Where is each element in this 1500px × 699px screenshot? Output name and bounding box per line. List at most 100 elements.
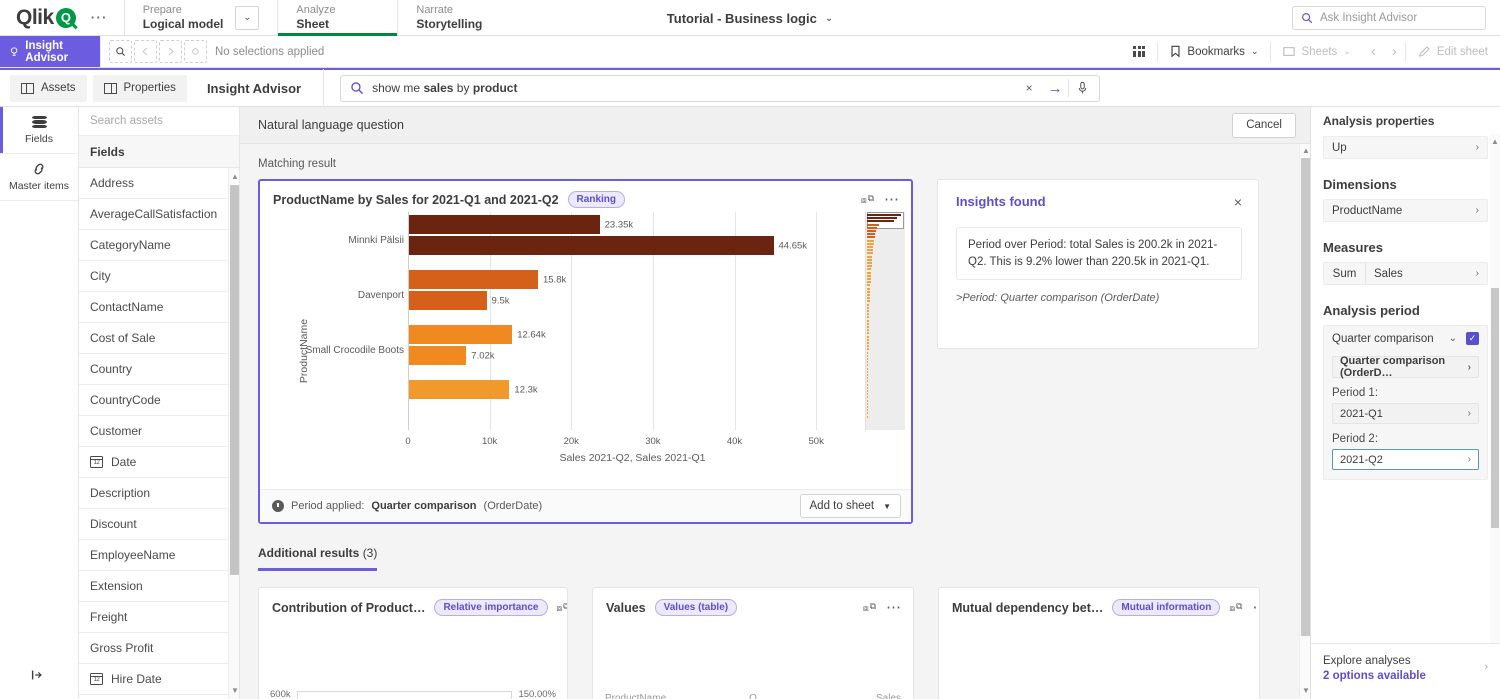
sort-direction-field[interactable]: Up ›: [1323, 136, 1488, 159]
bars-area[interactable]: 23.35k 44.65k 15.8k 9.5k 12.64k 7.02k 12.3k: [408, 212, 857, 430]
asset-field-item[interactable]: 12Hire Date: [79, 664, 239, 695]
analysis-period-type-row[interactable]: Quarter comparison ⌄ ✓: [1324, 326, 1487, 351]
bar[interactable]: 7.02k: [409, 346, 466, 365]
explore-analyses-button[interactable]: Explore analyses 2 options available ›: [1311, 643, 1500, 699]
asset-field-item[interactable]: Extension: [79, 571, 239, 602]
content-scrollbar[interactable]: ▲ ▼: [1299, 144, 1310, 699]
chevron-down-icon[interactable]: ⌄: [1449, 333, 1457, 344]
scroll-up-icon[interactable]: ▲: [231, 172, 239, 181]
step-back-icon[interactable]: [134, 40, 157, 63]
chart-minimap-scrollbar[interactable]: [865, 212, 905, 430]
asset-field-item[interactable]: Cost of Sale: [79, 323, 239, 354]
expand-icon[interactable]: ⧉⧈: [557, 601, 569, 614]
asset-field-item[interactable]: Description: [79, 478, 239, 509]
close-icon[interactable]: ×: [1234, 195, 1242, 209]
bookmarks-button[interactable]: Bookmarks ⌄: [1158, 36, 1270, 67]
tab-additional-results[interactable]: Additional results (3): [258, 546, 377, 571]
edit-sheet-button[interactable]: Edit sheet: [1406, 36, 1500, 67]
period-1-text: 2021-Q1: [1340, 408, 1383, 420]
rail-item-fields[interactable]: Fields: [0, 107, 78, 154]
asset-field-item[interactable]: EmployeeName: [79, 540, 239, 571]
bar[interactable]: 12.3k: [409, 380, 509, 399]
ask-insight-advisor-input[interactable]: Ask Insight Advisor: [1292, 6, 1486, 30]
scroll-up-icon[interactable]: ▲: [1491, 137, 1499, 146]
hub-item-analyze-section: Analyze: [296, 4, 379, 16]
more-menu-icon[interactable]: ⋯: [84, 9, 114, 26]
properties-scrollbar[interactable]: ▲: [1490, 134, 1500, 643]
search-input-value[interactable]: show me sales by product: [372, 81, 1016, 95]
asset-field-item[interactable]: Discount: [79, 509, 239, 540]
asset-field-item[interactable]: Address: [79, 168, 239, 199]
measure-field[interactable]: Sum Sales ›: [1323, 262, 1488, 285]
next-sheet-button[interactable]: ›: [1384, 36, 1405, 67]
add-to-sheet-button[interactable]: Add to sheet ▼: [800, 494, 902, 518]
scroll-down-icon[interactable]: ▼: [231, 686, 239, 695]
rail-item-master-items[interactable]: Master items: [0, 154, 78, 201]
microphone-icon[interactable]: [1069, 76, 1095, 101]
natural-language-search-box[interactable]: show me sales by product × →: [340, 75, 1100, 102]
asset-field-item[interactable]: City: [79, 261, 239, 292]
scroll-down-icon[interactable]: ▼: [1302, 686, 1310, 695]
expand-icon[interactable]: ⧉⧈: [1229, 601, 1242, 614]
asset-field-item[interactable]: 12Date: [79, 447, 239, 478]
pencil-icon: [1418, 45, 1431, 58]
assets-field-list[interactable]: AddressAverageCallSatisfactionCategoryNa…: [79, 168, 239, 699]
hub-item-analyze[interactable]: Analyze Sheet: [277, 0, 397, 35]
scrollbar-thumb[interactable]: [1301, 158, 1310, 636]
chart-card[interactable]: ProductName by Sales for 2021-Q1 and 202…: [258, 179, 913, 524]
period-1-label: Period 1:: [1332, 387, 1479, 399]
additional-card-mutual-dependency[interactable]: Mutual dependency bet… Mutual informatio…: [938, 587, 1260, 699]
period-1-value[interactable]: 2021-Q1 ›: [1332, 403, 1479, 424]
qlik-logo[interactable]: Qlik Q: [16, 6, 76, 30]
asset-field-item[interactable]: Country: [79, 354, 239, 385]
asset-field-item[interactable]: ContactName: [79, 292, 239, 323]
asset-field-item[interactable]: AverageCallSatisfaction: [79, 199, 239, 230]
more-options-icon[interactable]: ⋯: [1252, 600, 1260, 615]
table-column-search-icon[interactable]: Q: [749, 693, 757, 699]
asset-field-item[interactable]: CountryCode: [79, 385, 239, 416]
step-forward-icon[interactable]: [159, 40, 182, 63]
scrollbar-thumb[interactable]: [230, 185, 239, 575]
bar[interactable]: 9.5k: [409, 291, 487, 310]
assets-scrollbar[interactable]: ▲ ▼: [228, 168, 239, 699]
clear-search-icon[interactable]: ×: [1016, 76, 1042, 101]
submit-search-icon[interactable]: →: [1042, 76, 1068, 101]
sheet-grid-button[interactable]: [1121, 36, 1157, 67]
sheets-button[interactable]: Sheets ⌄: [1271, 36, 1362, 67]
hub-item-prepare[interactable]: Prepare Logical model ⌄: [124, 0, 278, 35]
minimap-bar: [867, 409, 868, 411]
expand-icon[interactable]: ⧉⧈: [861, 193, 874, 206]
previous-sheet-button[interactable]: ‹: [1363, 36, 1384, 67]
additional-card-contribution[interactable]: Contribution of Product… Relative import…: [258, 587, 568, 699]
scroll-up-icon[interactable]: ▲: [1302, 146, 1310, 155]
search-assets-input[interactable]: Search assets: [79, 107, 239, 136]
insight-advisor-mode-chip[interactable]: Insight Advisor: [0, 36, 100, 67]
period-2-value[interactable]: 2021-Q2 ›: [1332, 449, 1479, 470]
panel-collapse-icon[interactable]: [30, 668, 44, 685]
asset-field-item[interactable]: CategoryName: [79, 230, 239, 261]
asset-field-item[interactable]: Gross Profit: [79, 633, 239, 664]
properties-toggle-button[interactable]: Properties: [93, 75, 187, 102]
bar[interactable]: 44.65k: [409, 236, 774, 255]
more-options-icon[interactable]: ⋯: [886, 600, 902, 615]
clear-selections-icon[interactable]: [184, 40, 207, 63]
more-options-icon[interactable]: ⋯: [884, 192, 900, 207]
bar[interactable]: 23.35k: [409, 215, 600, 234]
analysis-period-checkbox[interactable]: ✓: [1466, 332, 1479, 345]
asset-field-item[interactable]: Freight: [79, 602, 239, 633]
cancel-button[interactable]: Cancel: [1232, 113, 1296, 138]
additional-card-values[interactable]: Values Values (table) ⧉⧈ ⋯ ProductName: [592, 587, 914, 699]
selections-tool-icon[interactable]: [109, 40, 132, 63]
bar[interactable]: 15.8k: [409, 270, 538, 289]
dimension-field[interactable]: ProductName ›: [1323, 199, 1488, 222]
app-title-chevron-down-icon[interactable]: ⌄: [825, 13, 833, 24]
asset-field-item[interactable]: Customer: [79, 416, 239, 447]
insight-advisor-toolbar: Assets Properties Insight Advisor show m…: [0, 68, 1500, 107]
assets-toggle-button[interactable]: Assets: [10, 75, 87, 102]
bar[interactable]: 12.64k: [409, 325, 512, 344]
hub-item-narrate[interactable]: Narrate Storytelling: [397, 0, 517, 35]
period-field-selector[interactable]: Quarter comparison (OrderD… ›: [1332, 356, 1479, 378]
chevron-down-icon[interactable]: ⌄: [235, 6, 259, 30]
expand-icon[interactable]: ⧉⧈: [863, 601, 876, 614]
scrollbar-thumb[interactable]: [1491, 288, 1499, 528]
